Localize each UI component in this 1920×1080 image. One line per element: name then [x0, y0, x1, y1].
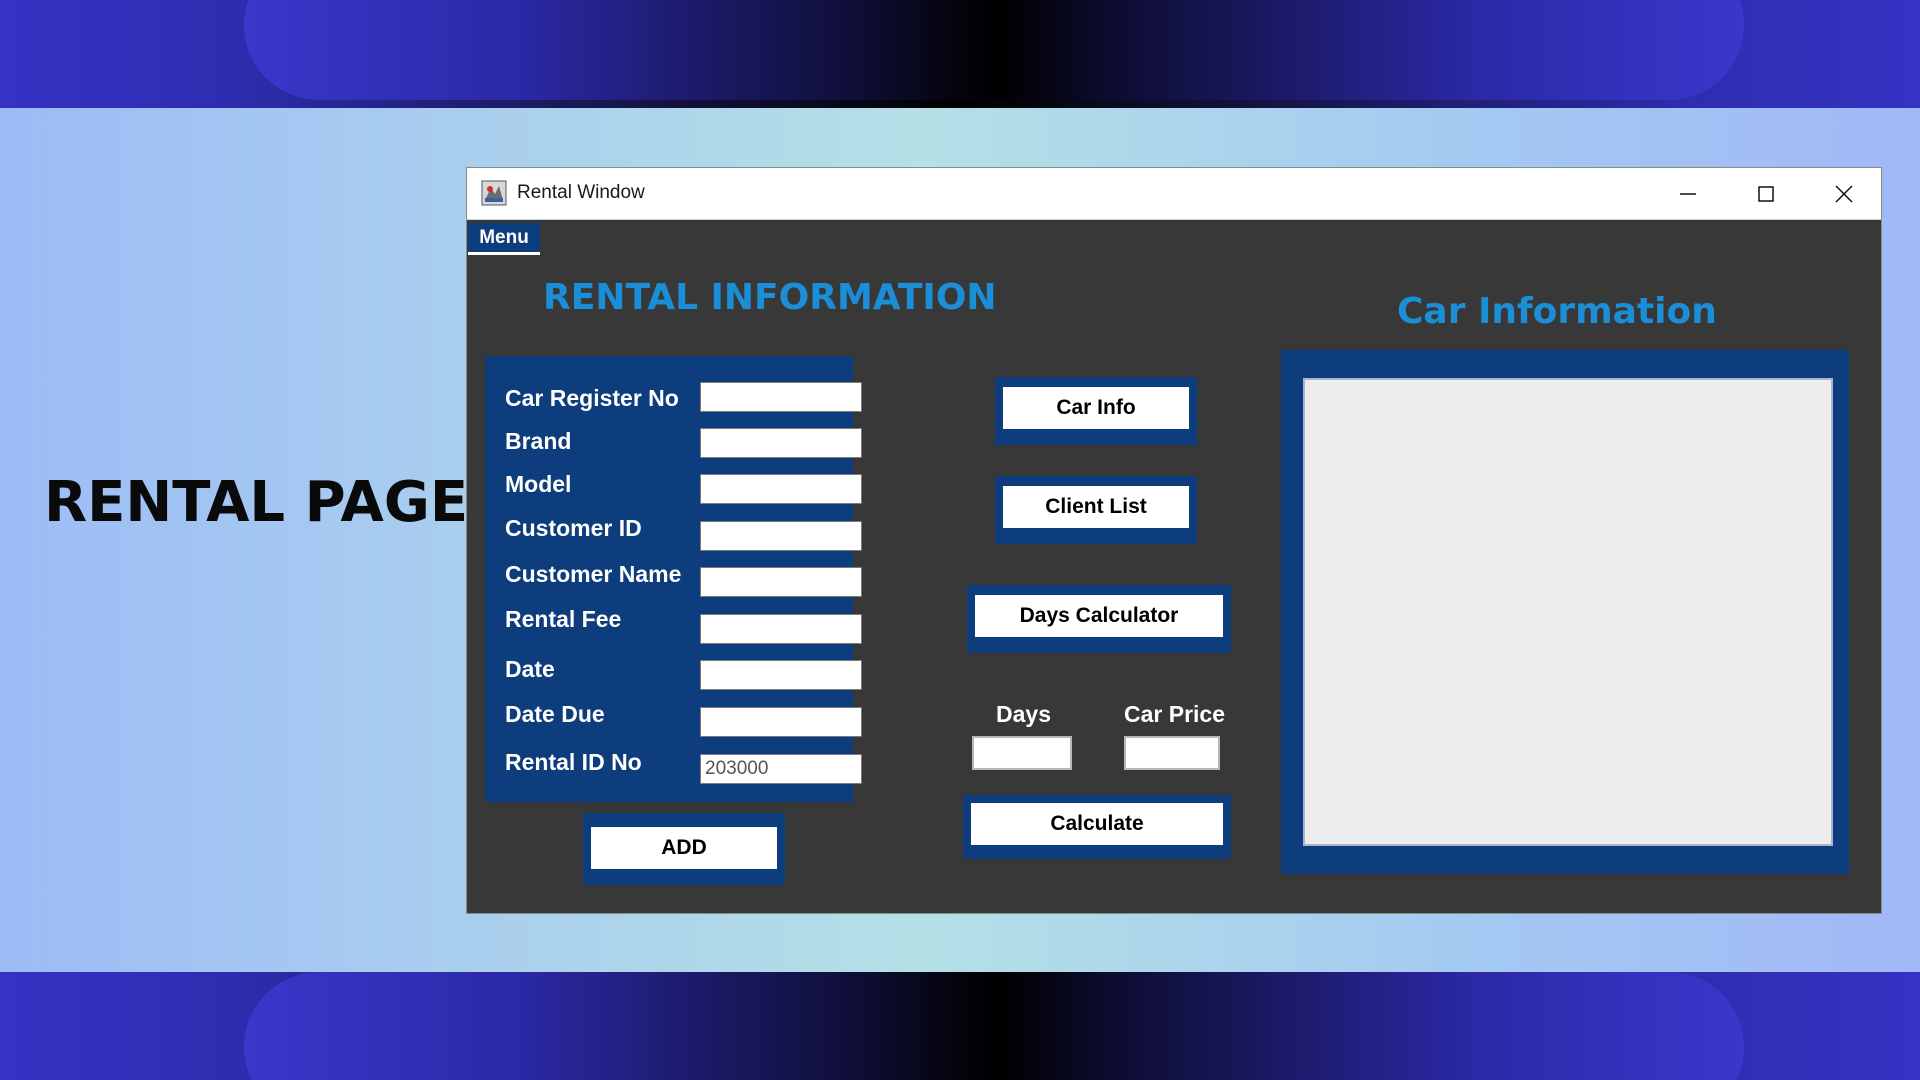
date-due-label: Date Due	[505, 701, 605, 727]
slide-heading: RENTAL PAGE	[44, 470, 469, 535]
brand-label: Brand	[505, 428, 572, 454]
date-input[interactable]	[700, 660, 862, 690]
model-input[interactable]	[700, 474, 862, 504]
rental-window: Rental Window Menu RENTAL INFORMATION Ca…	[466, 167, 1882, 914]
days-label: Days	[996, 701, 1051, 727]
date-label: Date	[505, 656, 555, 682]
top-banner	[0, 0, 1920, 108]
bottom-banner-pill	[244, 972, 1744, 1080]
customer-name-label: Customer Name	[505, 561, 682, 587]
days-calculator-button[interactable]: Days Calculator	[975, 595, 1223, 637]
menu-bar: Menu	[467, 220, 1881, 256]
rental-fee-label: Rental Fee	[505, 606, 622, 632]
customer-id-input[interactable]	[700, 521, 862, 551]
top-banner-pill	[244, 0, 1744, 100]
date-due-input[interactable]	[700, 707, 862, 737]
brand-input[interactable]	[700, 428, 862, 458]
add-button[interactable]: ADD	[591, 827, 777, 869]
calculate-button-frame: Calculate	[963, 795, 1231, 859]
maximize-button[interactable]	[1727, 168, 1805, 220]
app-icon	[481, 180, 507, 206]
add-button-frame: ADD	[583, 813, 785, 885]
rental-id-no-label: Rental ID No	[505, 749, 642, 775]
car-information-textarea[interactable]	[1303, 378, 1833, 846]
rental-id-no-input[interactable]	[700, 754, 862, 784]
rental-fee-input[interactable]	[700, 614, 862, 644]
minimize-icon	[1680, 193, 1696, 195]
maximize-icon	[1758, 186, 1774, 202]
calculate-button[interactable]: Calculate	[971, 803, 1223, 845]
title-bar[interactable]: Rental Window	[467, 168, 1881, 220]
client-list-button[interactable]: Client List	[1003, 486, 1189, 528]
car-price-input[interactable]	[1124, 736, 1220, 770]
close-button[interactable]	[1805, 168, 1883, 220]
minimize-button[interactable]	[1649, 168, 1727, 220]
menu-button[interactable]: Menu	[468, 223, 540, 255]
model-label: Model	[505, 471, 572, 497]
rental-information-title: RENTAL INFORMATION	[543, 277, 997, 318]
car-register-no-input[interactable]	[700, 382, 862, 412]
car-info-button[interactable]: Car Info	[1003, 387, 1189, 429]
car-information-panel	[1281, 350, 1849, 874]
client-list-button-frame: Client List	[995, 476, 1197, 544]
rental-form-panel: Car Register No Brand Model Customer ID …	[485, 356, 862, 802]
days-input[interactable]	[972, 736, 1072, 770]
days-calculator-button-frame: Days Calculator	[967, 585, 1231, 653]
car-information-title: Car Information	[1397, 291, 1717, 332]
car-register-no-label: Car Register No	[505, 385, 679, 411]
close-icon	[1835, 185, 1853, 203]
window-title: Rental Window	[517, 182, 645, 203]
customer-name-input[interactable]	[700, 567, 862, 597]
car-price-label: Car Price	[1124, 701, 1226, 727]
car-info-button-frame: Car Info	[995, 377, 1197, 445]
customer-id-label: Customer ID	[505, 515, 642, 541]
bottom-banner	[0, 972, 1920, 1080]
